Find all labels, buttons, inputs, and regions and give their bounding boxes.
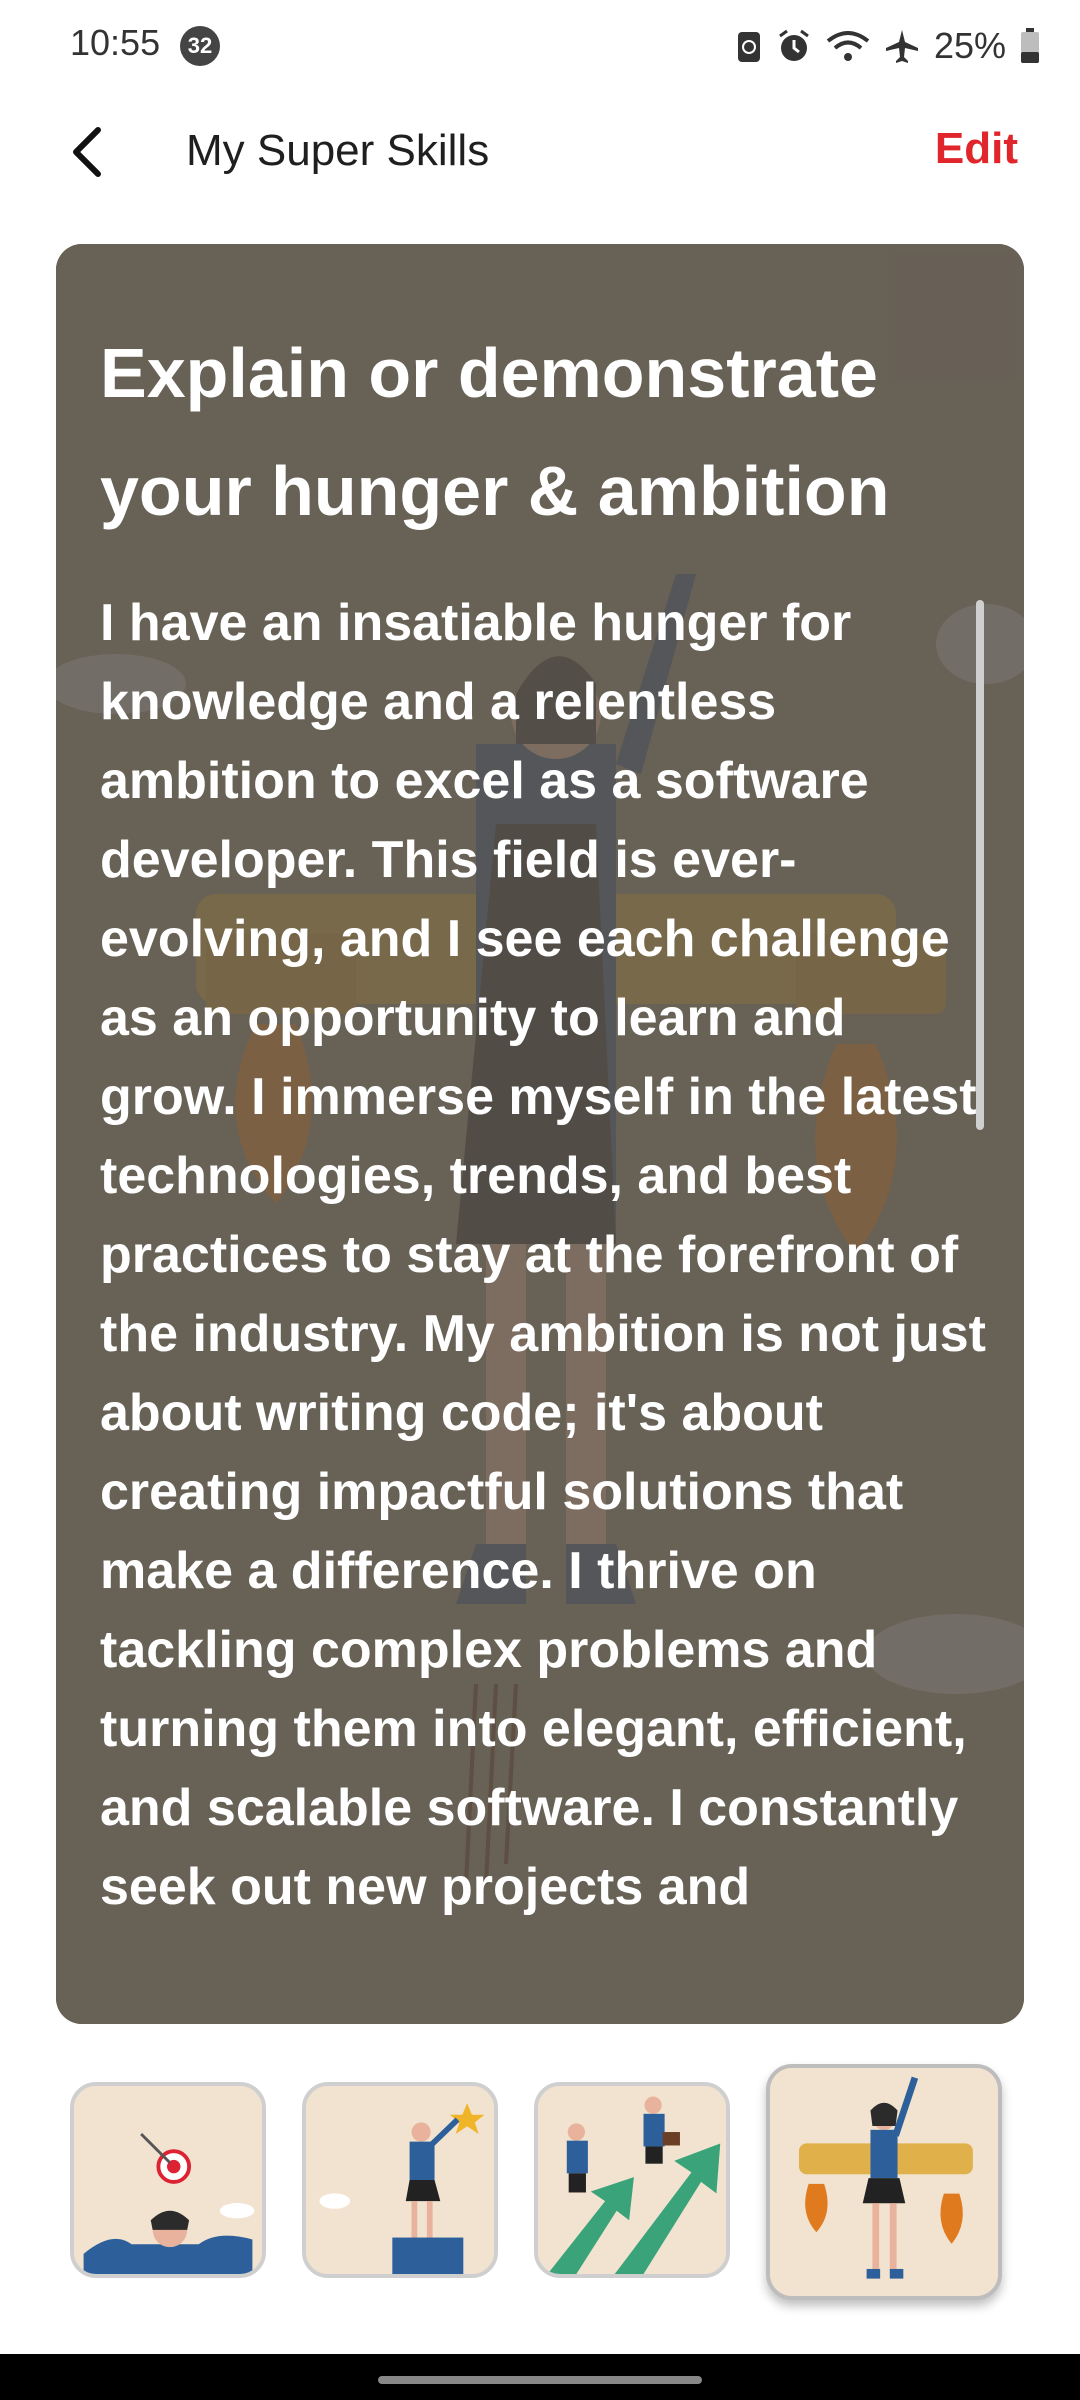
- chevron-left-icon: [73, 127, 101, 177]
- notification-count-badge: 32: [180, 26, 220, 66]
- thumbnail-jetpack-selected[interactable]: [766, 2064, 1002, 2300]
- jetpack-woman-illustration-icon: [770, 2068, 998, 2296]
- home-gesture-handle[interactable]: [378, 2376, 702, 2384]
- status-time: 10:55: [70, 22, 161, 63]
- battery-icon: [1020, 28, 1040, 64]
- status-bar: 10:55 32 25%: [0, 0, 1080, 92]
- status-icons: 25%: [736, 22, 1040, 70]
- system-navigation-bar: [0, 2354, 1080, 2400]
- illustration-picker: [0, 2064, 1080, 2304]
- recycle-icon: [736, 28, 762, 64]
- card-scrollbar[interactable]: [976, 600, 984, 1130]
- page-title: My Super Skills: [186, 126, 490, 175]
- thumbnail-target[interactable]: [70, 2082, 266, 2278]
- wifi-icon: [826, 29, 870, 63]
- target-illustration-icon: [74, 2086, 262, 2274]
- thumbnail-climber[interactable]: [302, 2082, 498, 2278]
- back-button[interactable]: [60, 122, 120, 182]
- airplane-mode-icon: [884, 28, 920, 64]
- alarm-icon: [776, 28, 812, 64]
- arrows-up-illustration-icon: [538, 2086, 726, 2274]
- skill-card: Explain or demonstrate your hunger & amb…: [56, 244, 1024, 2024]
- thumbnail-arrows[interactable]: [534, 2082, 730, 2278]
- climber-star-illustration-icon: [306, 2086, 494, 2274]
- top-app-bar: My Super Skills Edit: [0, 100, 1080, 210]
- edit-button[interactable]: Edit: [935, 124, 1018, 174]
- battery-text: 25%: [933, 25, 1006, 66]
- card-title: Explain or demonstrate your hunger & amb…: [100, 334, 890, 530]
- card-body-text[interactable]: I have an insatiable hunger for knowledg…: [100, 584, 990, 1984]
